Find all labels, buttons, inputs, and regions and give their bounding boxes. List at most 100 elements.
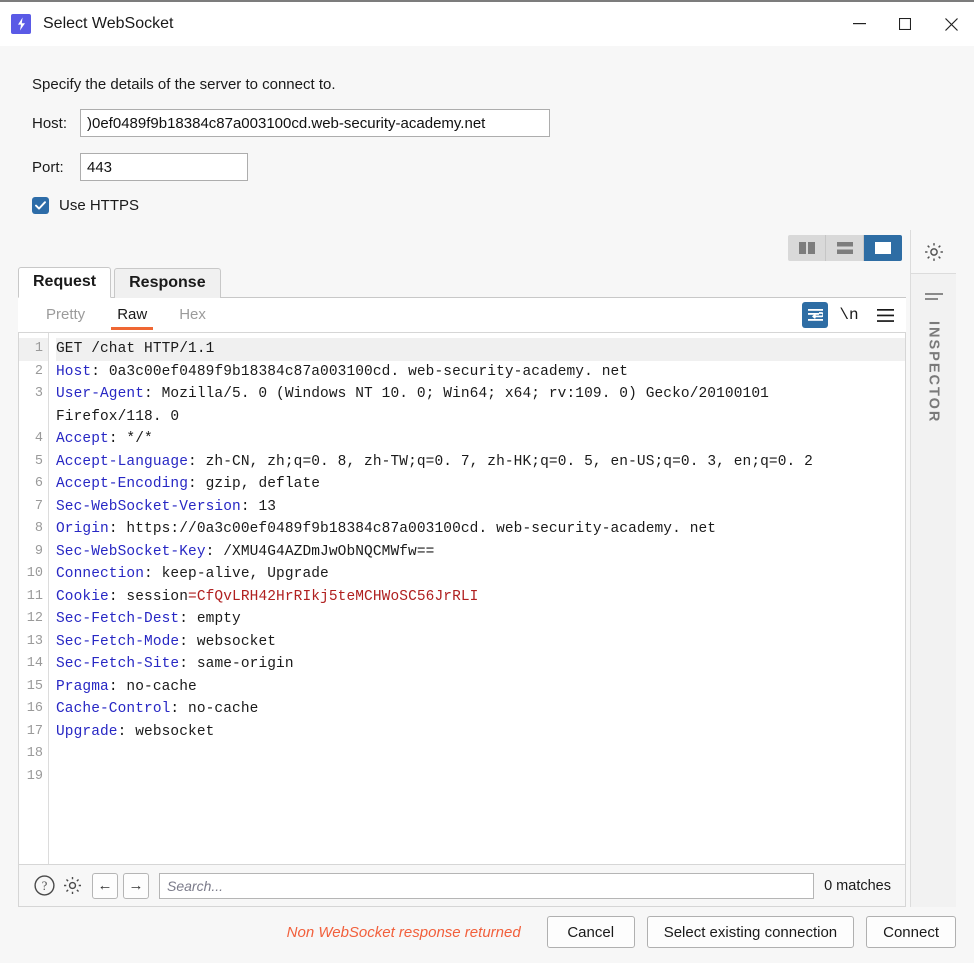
line-number: 6 xyxy=(19,473,48,496)
dialog-footer: Non WebSocket response returned Cancel S… xyxy=(0,907,974,963)
code-token: : 0a3c00ef0489f9b18384c87a003100cd. web-… xyxy=(91,364,628,380)
port-row: Port: xyxy=(32,153,956,181)
host-input[interactable] xyxy=(80,109,550,137)
select-existing-connection-button[interactable]: Select existing connection xyxy=(647,916,854,948)
code-line: Accept-Language: zh-CN, zh;q=0. 8, zh-TW… xyxy=(56,451,905,474)
line-number: 14 xyxy=(19,653,48,676)
editor-zone: Request Response Pretty Raw Hex xyxy=(18,230,956,907)
code-lines[interactable]: GET /chat HTTP/1.1Host: 0a3c00ef0489f9b1… xyxy=(49,333,905,864)
single-view-icon[interactable] xyxy=(864,235,902,261)
code-token: Cache-Control xyxy=(56,701,170,717)
code-token: : same-origin xyxy=(179,656,293,672)
split-view-icon[interactable] xyxy=(788,235,826,261)
host-label: Host: xyxy=(32,115,80,132)
code-line: Upgrade: websocket xyxy=(56,721,905,744)
port-input[interactable] xyxy=(80,153,248,181)
code-token: Sec-Fetch-Site xyxy=(56,656,179,672)
code-token: Accept xyxy=(56,431,109,447)
code-token: Accept-Language xyxy=(56,454,188,470)
code-token: Host xyxy=(56,364,91,380)
use-https-checkbox[interactable] xyxy=(32,197,49,214)
line-number: 15 xyxy=(19,676,48,699)
code-line: Sec-WebSocket-Key: /XMU4G4AZDmJwObNQCMWf… xyxy=(56,541,905,564)
line-number: 18 xyxy=(19,743,48,766)
code-token: =CfQvLRH42HrRIkj5teMCHWoSC56JrRLI xyxy=(188,589,478,605)
gear-icon[interactable] xyxy=(59,873,85,899)
tab-response[interactable]: Response xyxy=(114,268,220,298)
title-bar: Select WebSocket xyxy=(0,2,974,46)
line-number: 1 xyxy=(19,338,48,361)
line-number: 16 xyxy=(19,698,48,721)
code-line: Host: 0a3c00ef0489f9b18384c87a003100cd. … xyxy=(56,361,905,384)
error-message: Non WebSocket response returned xyxy=(287,924,521,941)
minimize-button[interactable] xyxy=(836,2,882,46)
line-number: 2 xyxy=(19,361,48,384)
line-number: 3 xyxy=(19,383,48,406)
code-line: Cookie: session=CfQvLRH42HrRIkj5teMCHWoS… xyxy=(56,586,905,609)
inspector-rail: INSPECTOR xyxy=(910,230,956,907)
window-title: Select WebSocket xyxy=(43,15,173,33)
tab-request[interactable]: Request xyxy=(18,267,111,298)
code-line: GET /chat HTTP/1.1 xyxy=(56,338,905,361)
close-button[interactable] xyxy=(928,2,974,46)
line-number: 5 xyxy=(19,451,48,474)
hamburger-menu-icon[interactable] xyxy=(870,302,900,328)
select-websocket-dialog: Select WebSocket Specify the details of … xyxy=(0,0,974,963)
code-line: Connection: keep-alive, Upgrade xyxy=(56,563,905,586)
word-wrap-icon[interactable] xyxy=(802,302,828,328)
inspector-gear-icon[interactable] xyxy=(911,230,956,274)
code-token: Origin xyxy=(56,521,109,537)
code-token: Pragma xyxy=(56,679,109,695)
code-token: Upgrade xyxy=(56,724,118,740)
code-token: : */* xyxy=(109,431,153,447)
dialog-body: Specify the details of the server to con… xyxy=(0,46,974,907)
match-count-label: 0 matches xyxy=(824,878,891,894)
code-token: : /XMU4G4AZDmJwObNQCMWfw== xyxy=(206,544,435,560)
maximize-button[interactable] xyxy=(882,2,928,46)
newline-icon[interactable]: \n xyxy=(834,302,864,328)
line-number: 11 xyxy=(19,586,48,609)
code-line: Sec-Fetch-Site: same-origin xyxy=(56,653,905,676)
use-https-row[interactable]: Use HTTPS xyxy=(32,197,956,214)
code-line xyxy=(56,743,905,766)
inspector-label: INSPECTOR xyxy=(926,321,942,423)
code-token: : no-cache xyxy=(170,701,258,717)
line-number xyxy=(19,406,48,429)
subtab-pretty[interactable]: Pretty xyxy=(36,300,95,330)
line-number-gutter: 12345678910111213141516171819 xyxy=(19,333,49,864)
code-token: Accept-Encoding xyxy=(56,476,188,492)
intro-text: Specify the details of the server to con… xyxy=(32,76,956,93)
code-line: Accept-Encoding: gzip, deflate xyxy=(56,473,905,496)
connect-button[interactable]: Connect xyxy=(866,916,956,948)
use-https-label: Use HTTPS xyxy=(59,197,139,214)
search-next-button[interactable]: → xyxy=(123,873,149,899)
stacked-view-icon[interactable] xyxy=(826,235,864,261)
line-number: 7 xyxy=(19,496,48,519)
code-token: : no-cache xyxy=(109,679,197,695)
view-subtabs: Pretty Raw Hex \n xyxy=(18,298,906,333)
request-editor[interactable]: 12345678910111213141516171819 GET /chat … xyxy=(18,333,906,865)
search-prev-button[interactable]: ← xyxy=(92,873,118,899)
code-line: Origin: https://0a3c00ef0489f9b18384c87a… xyxy=(56,518,905,541)
code-line: Cache-Control: no-cache xyxy=(56,698,905,721)
code-line: Pragma: no-cache xyxy=(56,676,905,699)
lightning-bolt-icon xyxy=(11,14,31,34)
port-label: Port: xyxy=(32,159,80,176)
code-token: Cookie xyxy=(56,589,109,605)
code-token: : session xyxy=(109,589,188,605)
code-token: Sec-Fetch-Dest xyxy=(56,611,179,627)
view-mode-toggle-group[interactable] xyxy=(788,235,902,261)
inspector-bars-icon[interactable] xyxy=(925,290,943,309)
subtab-raw[interactable]: Raw xyxy=(107,300,157,330)
search-input[interactable] xyxy=(159,873,814,899)
line-number: 13 xyxy=(19,631,48,654)
line-number: 10 xyxy=(19,563,48,586)
code-token: : 13 xyxy=(241,499,276,515)
code-line xyxy=(56,766,905,789)
code-token: : https://0a3c00ef0489f9b18384c87a003100… xyxy=(109,521,716,537)
subtab-hex[interactable]: Hex xyxy=(169,300,216,330)
help-circle-icon[interactable]: ? xyxy=(31,873,57,899)
code-line: Sec-Fetch-Mode: websocket xyxy=(56,631,905,654)
code-token: Sec-Fetch-Mode xyxy=(56,634,179,650)
cancel-button[interactable]: Cancel xyxy=(547,916,635,948)
